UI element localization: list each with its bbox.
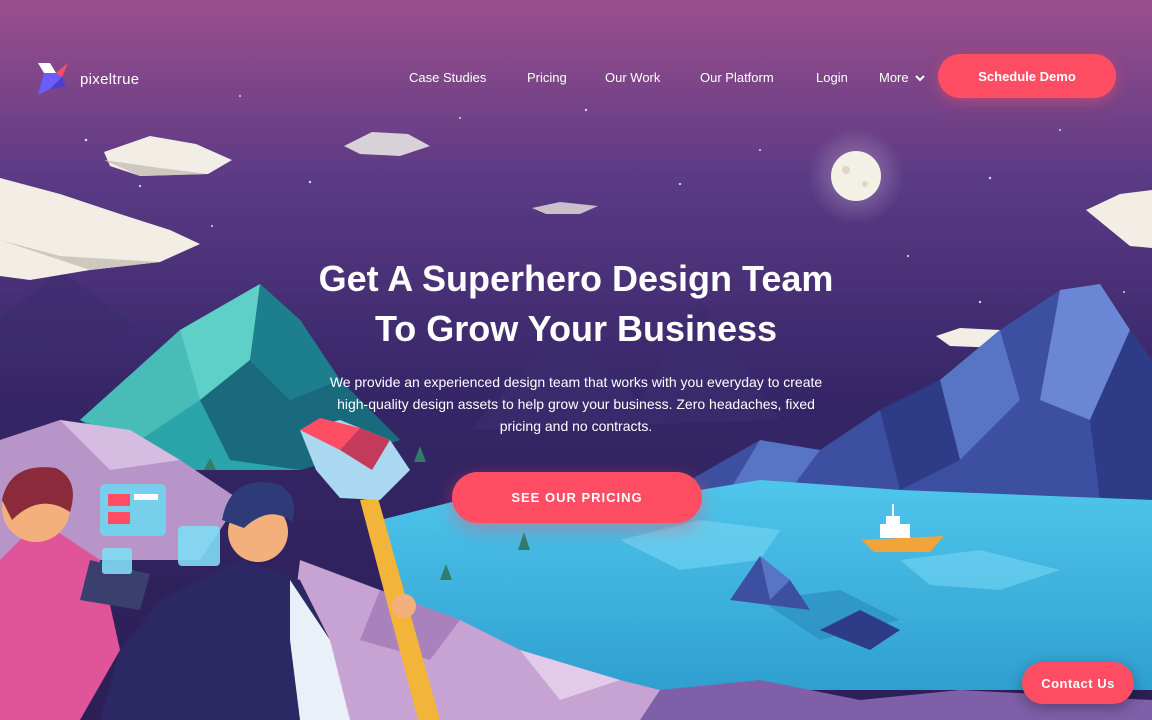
nav-our-platform[interactable]: Our Platform [700,70,774,85]
nav-more-dropdown[interactable]: More [879,70,925,85]
hero-title: Get A Superhero Design Team To Grow Your… [176,254,976,354]
contact-us-button[interactable]: Contact Us [1022,662,1134,704]
pixeltrue-logo-icon [38,63,68,95]
hero-title-line-1: Get A Superhero Design Team [318,258,834,299]
nav-login[interactable]: Login [816,70,848,85]
hero-description: We provide an experienced design team th… [329,374,823,434]
top-navigation: pixeltrue Case Studies Pricing Our Work … [0,0,1152,150]
moon [831,151,881,201]
nav-pricing[interactable]: Pricing [527,70,567,85]
schedule-demo-button[interactable]: Schedule Demo [938,54,1116,98]
see-pricing-button[interactable]: SEE OUR PRICING [452,472,702,523]
chevron-down-icon [914,74,925,81]
hero-title-line-2: To Grow Your Business [374,308,778,349]
nav-our-work[interactable]: Our Work [605,70,660,85]
brand-logo[interactable]: pixeltrue [36,61,139,97]
nav-more-label: More [879,70,909,85]
nav-case-studies[interactable]: Case Studies [409,70,486,85]
brand-name: pixeltrue [80,70,140,88]
